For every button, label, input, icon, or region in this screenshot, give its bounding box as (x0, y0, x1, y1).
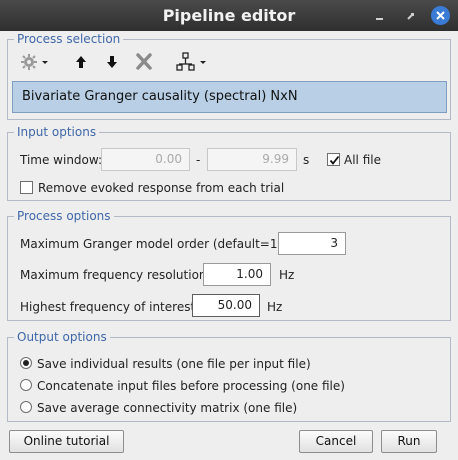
model-order-field[interactable]: 3 (278, 232, 346, 255)
selected-process-item[interactable]: Bivariate Granger causality (spectral) N… (12, 81, 447, 113)
output-option-radio-concatenate[interactable] (20, 379, 32, 391)
move-down-icon[interactable] (103, 51, 121, 73)
input-options-legend: Input options (14, 124, 100, 140)
process-options-legend: Process options (14, 208, 114, 224)
output-option-label-concatenate: Concatenate input files before processin… (37, 379, 345, 393)
online-tutorial-button[interactable]: Online tutorial (9, 430, 124, 453)
remove-evoked-label: Remove evoked response from each trial (38, 181, 285, 195)
close-icon[interactable] (431, 6, 450, 25)
selected-process-label: Bivariate Granger causality (spectral) N… (22, 89, 298, 104)
delete-icon[interactable] (133, 51, 155, 73)
freq-resolution-field[interactable]: 1.00 (203, 263, 271, 286)
run-button[interactable]: Run (381, 430, 437, 453)
move-up-icon[interactable] (72, 51, 90, 73)
output-option-radio-individual[interactable] (20, 357, 32, 369)
output-option-label-average: Save average connectivity matrix (one fi… (37, 401, 298, 415)
freq-resolution-unit: Hz (279, 268, 295, 282)
window-title: Pipeline editor (162, 6, 296, 25)
restore-icon[interactable] (402, 7, 420, 25)
output-options-legend: Output options (14, 329, 110, 345)
process-selection-legend: Process selection (14, 31, 124, 47)
model-order-label: Maximum Granger model order (default=10)… (20, 237, 294, 251)
time-start-field[interactable]: 0.00 (101, 148, 190, 171)
time-unit-label: s (303, 153, 310, 167)
highest-freq-unit: Hz (267, 300, 283, 314)
radio-selected-dot (23, 360, 29, 366)
freq-resolution-label: Maximum frequency resolution: (20, 268, 211, 282)
range-separator: - (196, 153, 201, 167)
highest-freq-field[interactable]: 50.00 (192, 294, 260, 317)
remove-evoked-checkbox[interactable] (20, 181, 33, 194)
cancel-button[interactable]: Cancel (299, 430, 373, 453)
minimize-icon[interactable] (371, 7, 389, 25)
gear-dropdown-icon[interactable] (19, 51, 51, 73)
all-file-checkbox[interactable] (327, 153, 340, 166)
time-end-field[interactable]: 9.99 (207, 148, 297, 171)
title-bar: Pipeline editor (0, 0, 458, 31)
output-option-label-individual: Save individual results (one file per in… (37, 357, 311, 371)
output-option-radio-average[interactable] (20, 401, 32, 413)
pipeline-dropdown-icon[interactable] (175, 51, 211, 73)
time-window-label: Time window: (20, 153, 103, 167)
all-file-label: All file (344, 153, 381, 167)
highest-freq-label: Highest frequency of interest: (20, 300, 200, 314)
